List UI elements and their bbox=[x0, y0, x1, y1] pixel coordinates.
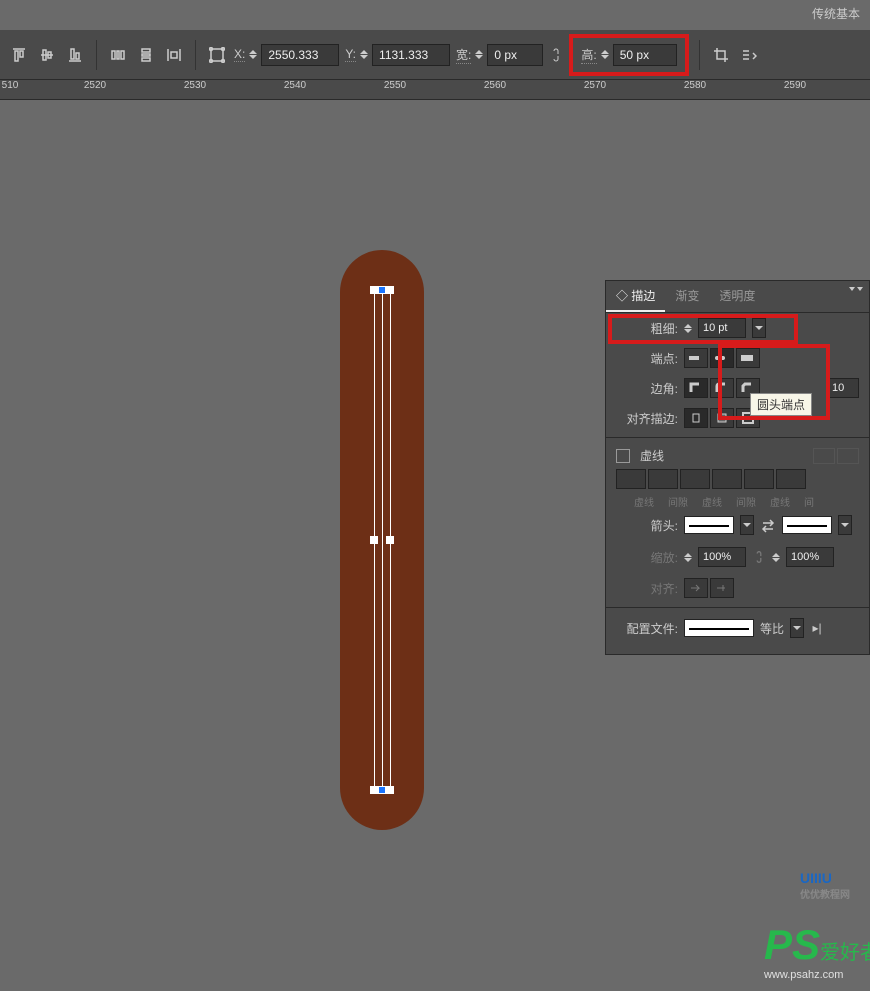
gap-input bbox=[776, 469, 806, 489]
transform-icon[interactable] bbox=[206, 44, 228, 66]
dash-col-label: 虚线 bbox=[634, 494, 654, 509]
weight-input[interactable] bbox=[698, 318, 746, 338]
dash-align-1-icon[interactable] bbox=[813, 448, 835, 464]
link-wh-icon[interactable] bbox=[549, 44, 563, 66]
workspace-label: 传统基本 bbox=[812, 5, 860, 22]
dashed-label: 虚线 bbox=[640, 447, 664, 464]
distribute-v-icon[interactable] bbox=[135, 44, 157, 66]
scale-start-input bbox=[698, 547, 746, 567]
dash-input bbox=[616, 469, 646, 489]
width-input[interactable] bbox=[487, 44, 543, 66]
arrow-align-2-icon bbox=[710, 578, 734, 598]
ruler-tick: 2570 bbox=[584, 80, 606, 91]
miter-limit-input[interactable] bbox=[827, 378, 859, 398]
arrow-end-dropdown[interactable] bbox=[838, 515, 852, 535]
weight-dropdown[interactable] bbox=[752, 318, 766, 338]
align-arrow-label: 对齐: bbox=[616, 580, 678, 597]
dash-col-label: 间 bbox=[804, 494, 814, 509]
height-input[interactable] bbox=[613, 44, 677, 66]
ruler-tick: 2530 bbox=[184, 80, 206, 91]
corner-label: 边角: bbox=[616, 380, 678, 397]
stroke-panel: ◇ 描边 渐变 透明度 粗细: 端点: 边角: 对齐描边: bbox=[605, 280, 870, 655]
profile-swatch[interactable] bbox=[684, 619, 754, 637]
height-stepper[interactable] bbox=[601, 50, 609, 59]
ruler-tick: 2590 bbox=[784, 80, 806, 91]
align-stroke-label: 对齐描边: bbox=[616, 410, 678, 427]
profile-value: 等比 bbox=[760, 620, 784, 637]
ruler: 510 2520 2530 2540 2550 2560 2570 2580 2… bbox=[0, 80, 870, 100]
cap-tooltip: 圆头端点 bbox=[750, 393, 812, 416]
tab-stroke[interactable]: ◇ 描边 bbox=[606, 281, 665, 312]
arrow-start-swatch[interactable] bbox=[684, 516, 734, 534]
gap-input bbox=[648, 469, 678, 489]
tab-gradient[interactable]: 渐变 bbox=[665, 281, 709, 312]
ruler-tick: 2580 bbox=[684, 80, 706, 91]
more-options-icon[interactable] bbox=[738, 44, 760, 66]
distribute-spacing-icon[interactable] bbox=[163, 44, 185, 66]
dash-col-label: 间隙 bbox=[736, 494, 756, 509]
gap-input bbox=[712, 469, 742, 489]
arrow-label: 箭头: bbox=[616, 517, 678, 534]
height-label: 高: bbox=[581, 46, 596, 64]
ruler-tick: 2540 bbox=[284, 80, 306, 91]
watermark-psahz: PS爱好者 www.psahz.com bbox=[764, 921, 870, 981]
cap-square-icon[interactable] bbox=[736, 348, 760, 368]
corner-buttons bbox=[684, 378, 760, 398]
cap-butt-icon[interactable] bbox=[684, 348, 708, 368]
scale-end-input bbox=[786, 547, 834, 567]
y-stepper[interactable] bbox=[360, 50, 368, 59]
align-top-icon[interactable] bbox=[8, 44, 30, 66]
align-bottom-icon[interactable] bbox=[64, 44, 86, 66]
corner-round-icon[interactable] bbox=[710, 378, 734, 398]
corner-miter-icon[interactable] bbox=[684, 378, 708, 398]
ruler-tick: 2550 bbox=[384, 80, 406, 91]
x-input[interactable] bbox=[261, 44, 339, 66]
y-input[interactable] bbox=[372, 44, 450, 66]
ruler-tick: 510 bbox=[2, 80, 19, 91]
flip-profile-icon[interactable]: ▸| bbox=[810, 617, 824, 639]
y-label: Y: bbox=[345, 47, 356, 62]
width-label: 宽: bbox=[456, 46, 471, 64]
height-group-highlight: 高: bbox=[569, 34, 688, 76]
rounded-rect-shape[interactable] bbox=[340, 250, 424, 830]
dash-col-label: 间隙 bbox=[668, 494, 688, 509]
dash-col-label: 虚线 bbox=[702, 494, 722, 509]
link-scale-icon[interactable] bbox=[752, 546, 766, 568]
arrow-end-swatch[interactable] bbox=[782, 516, 832, 534]
profile-dropdown[interactable] bbox=[790, 618, 804, 638]
ruler-tick: 2520 bbox=[84, 80, 106, 91]
arrow-start-dropdown[interactable] bbox=[740, 515, 754, 535]
dash-input bbox=[744, 469, 774, 489]
weight-label: 粗细: bbox=[616, 320, 678, 337]
align-vcenter-icon[interactable] bbox=[36, 44, 58, 66]
x-label: X: bbox=[234, 47, 245, 62]
align-stroke-buttons bbox=[684, 408, 760, 428]
dashed-checkbox[interactable] bbox=[616, 449, 630, 463]
swap-arrows-icon[interactable] bbox=[760, 514, 776, 536]
tab-opacity[interactable]: 透明度 bbox=[709, 281, 765, 312]
arrow-align-1-icon bbox=[684, 578, 708, 598]
dash-col-label: 虚线 bbox=[770, 494, 790, 509]
dash-input bbox=[680, 469, 710, 489]
crop-icon[interactable] bbox=[710, 44, 732, 66]
options-bar: X: Y: 宽: 高: bbox=[0, 30, 870, 80]
dash-align-2-icon[interactable] bbox=[837, 448, 859, 464]
panel-collapse-icon[interactable] bbox=[849, 287, 863, 291]
weight-stepper[interactable] bbox=[684, 324, 692, 333]
cap-label: 端点: bbox=[616, 350, 678, 367]
x-stepper[interactable] bbox=[249, 50, 257, 59]
width-stepper[interactable] bbox=[475, 50, 483, 59]
align-inside-icon[interactable] bbox=[710, 408, 734, 428]
cap-buttons bbox=[684, 348, 760, 368]
align-center-icon[interactable] bbox=[684, 408, 708, 428]
cap-round-icon[interactable] bbox=[710, 348, 734, 368]
scale-label: 缩放: bbox=[616, 549, 678, 566]
distribute-h-icon[interactable] bbox=[107, 44, 129, 66]
watermark-uisdc: UIIIU优优教程网 bbox=[800, 870, 850, 901]
ruler-tick: 2560 bbox=[484, 80, 506, 91]
profile-label: 配置文件: bbox=[616, 620, 678, 637]
